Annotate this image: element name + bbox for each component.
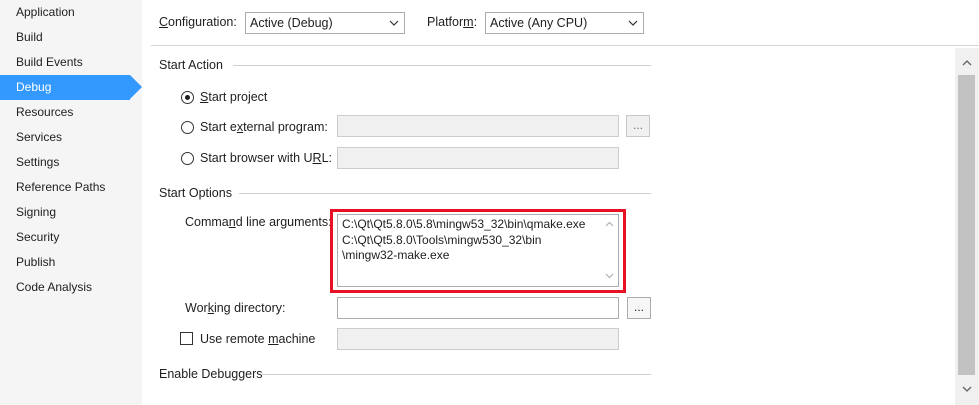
external-program-browse-button[interactable]: ... (626, 115, 650, 137)
sidebar-item-label: Security (16, 230, 60, 244)
sidebar-item-label: Application (16, 5, 75, 19)
platform-value: Active (Any CPU) (490, 16, 588, 30)
sidebar-item-publish[interactable]: Publish (0, 250, 130, 275)
working-directory-field[interactable] (337, 297, 619, 319)
sidebar-item-security[interactable]: Security (0, 225, 130, 250)
command-line-arguments-value: C:\Qt\Qt5.8.0\5.8\mingw53_32\bin\qmake.e… (342, 217, 586, 262)
scrollbar-thumb[interactable] (958, 75, 975, 375)
configuration-dropdown[interactable]: Active (Debug) (245, 12, 405, 34)
enable-debuggers-header: Enable Debuggers (159, 367, 263, 381)
sidebar-item-build-events[interactable]: Build Events (0, 50, 130, 75)
sidebar-item-label: Signing (16, 205, 57, 219)
sidebar-item-label: Settings (16, 155, 60, 169)
sidebar-item-label: Publish (16, 255, 56, 269)
configuration-label: Configuration: (159, 15, 237, 29)
working-directory-label: Working directory: (185, 301, 286, 315)
start-project-label: Start project (200, 90, 268, 104)
command-line-arguments-textarea[interactable]: C:\Qt\Qt5.8.0\5.8\mingw53_32\bin\qmake.e… (337, 214, 619, 287)
top-separator (151, 45, 979, 46)
chevron-down-icon (389, 20, 399, 26)
start-project-radio[interactable] (181, 91, 194, 104)
sidebar-item-code-analysis[interactable]: Code Analysis (0, 275, 130, 300)
use-remote-machine-label: Use remote machine (200, 332, 316, 346)
chevron-down-icon (628, 20, 638, 26)
remote-machine-field[interactable] (337, 328, 619, 350)
sidebar-item-label: Build (16, 30, 43, 44)
working-directory-browse-button[interactable]: ... (627, 297, 651, 319)
section-divider (262, 374, 651, 375)
start-action-header: Start Action (159, 58, 223, 72)
sidebar-item-label: Debug (16, 80, 52, 94)
scroll-up-icon[interactable] (962, 60, 972, 66)
command-line-arguments-label: Command line arguments: (185, 215, 332, 229)
sidebar-item-debug[interactable]: Debug (0, 75, 142, 100)
scroll-up-icon[interactable] (605, 221, 614, 227)
sidebar-item-label: Resources (16, 105, 74, 119)
sidebar-item-resources[interactable]: Resources (0, 100, 130, 125)
scroll-down-icon[interactable] (962, 386, 972, 392)
section-divider (239, 193, 651, 194)
start-external-program-label: Start external program: (200, 120, 328, 134)
sidebar-item-build[interactable]: Build (0, 25, 130, 50)
browser-url-field[interactable] (337, 147, 619, 169)
sidebar-item-label: Reference Paths (16, 180, 106, 194)
use-remote-machine-checkbox[interactable] (180, 332, 193, 345)
project-properties-sidebar: Application Build Build Events Debug Res… (0, 0, 142, 405)
sidebar-item-label: Build Events (16, 55, 83, 69)
sidebar-item-signing[interactable]: Signing (0, 200, 130, 225)
sidebar-item-label: Services (16, 130, 63, 144)
configuration-value: Active (Debug) (250, 16, 333, 30)
platform-dropdown[interactable]: Active (Any CPU) (485, 12, 644, 34)
external-program-field[interactable] (337, 115, 619, 137)
start-options-header: Start Options (159, 186, 232, 200)
start-external-program-radio[interactable] (181, 121, 194, 134)
sidebar-item-application[interactable]: Application (0, 0, 130, 25)
section-divider (233, 65, 651, 66)
scroll-down-icon[interactable] (605, 273, 614, 279)
start-browser-url-label: Start browser with URL: (200, 151, 332, 165)
sidebar-item-settings[interactable]: Settings (0, 150, 130, 175)
sidebar-item-services[interactable]: Services (0, 125, 130, 150)
start-browser-url-radio[interactable] (181, 152, 194, 165)
sidebar-item-label: Code Analysis (16, 280, 93, 294)
sidebar-item-reference-paths[interactable]: Reference Paths (0, 175, 130, 200)
platform-label: Platform: (427, 15, 478, 29)
page-scrollbar[interactable] (955, 48, 979, 405)
